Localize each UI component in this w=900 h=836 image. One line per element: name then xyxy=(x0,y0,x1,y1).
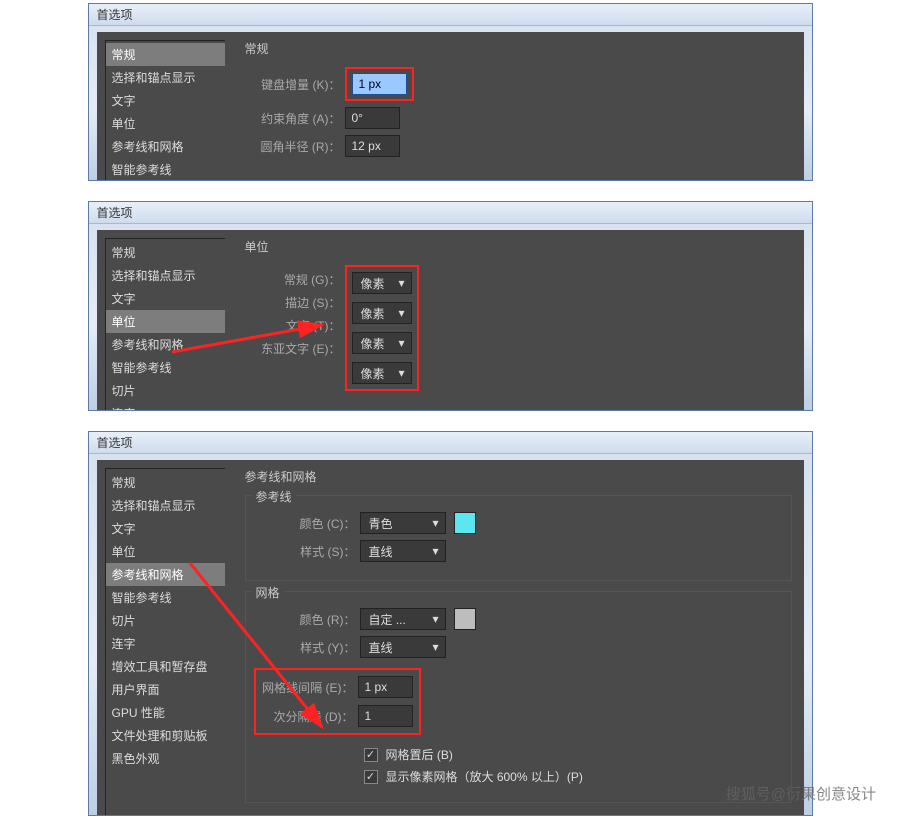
sidebar-item[interactable]: 常规 xyxy=(106,471,225,494)
keyboard-increment-input[interactable] xyxy=(352,73,407,95)
sidebar-item[interactable]: 参考线和网格 xyxy=(106,563,225,586)
sidebar-item[interactable]: 文字 xyxy=(106,517,225,540)
units-type-select[interactable]: 像素▾ xyxy=(352,332,412,354)
sidebar-item[interactable]: 单位 xyxy=(106,540,225,563)
guides-color-swatch[interactable] xyxy=(454,512,476,534)
sidebar-item[interactable]: 智能参考线 xyxy=(106,586,225,609)
sidebar-item[interactable]: 常规 xyxy=(106,241,225,264)
sidebar-item[interactable]: 单位 xyxy=(106,112,225,135)
guides-color-label: 颜色 (C)： xyxy=(260,515,360,532)
chevron-down-icon: ▾ xyxy=(432,612,438,626)
section-heading: 常规 xyxy=(245,40,792,57)
gridline-every-input[interactable] xyxy=(358,676,413,698)
sidebar: 常规选择和锚点显示文字单位参考线和网格智能参考线切片连字 xyxy=(105,238,225,411)
grid-color-select[interactable]: 自定 ...▾ xyxy=(360,608,446,630)
sidebar-item[interactable]: 连字 xyxy=(106,632,225,655)
sidebar-item[interactable]: GPU 性能 xyxy=(106,701,225,724)
grid-color-swatch[interactable] xyxy=(454,608,476,630)
corner-radius-input[interactable] xyxy=(345,135,400,157)
units-general-select[interactable]: 像素▾ xyxy=(352,272,412,294)
sidebar-item[interactable]: 文字 xyxy=(106,89,225,112)
checkmark-icon: ✓ xyxy=(364,770,378,784)
grid-style-label: 样式 (Y)： xyxy=(260,639,360,656)
window-title: 首选项 xyxy=(89,432,812,454)
chevron-down-icon: ▾ xyxy=(398,276,404,290)
keyboard-increment-label: 键盘增量 (K)： xyxy=(245,76,345,93)
sidebar-item[interactable]: 切片 xyxy=(106,609,225,632)
window-title: 首选项 xyxy=(89,202,812,224)
units-stroke-label: 描边 (S)： xyxy=(245,294,345,311)
sidebar-item[interactable]: 连字 xyxy=(106,402,225,411)
show-pixel-grid-checkbox[interactable]: ✓显示像素网格（放大 600% 以上）(P) xyxy=(364,768,777,785)
guides-color-select[interactable]: 青色▾ xyxy=(360,512,446,534)
sidebar-item[interactable]: 黑色外观 xyxy=(106,747,225,770)
constrain-angle-input[interactable] xyxy=(345,107,400,129)
section-heading: 参考线和网格 xyxy=(245,468,792,485)
sidebar-item[interactable]: 文件处理和剪贴板 xyxy=(106,724,225,747)
sidebar: 常规选择和锚点显示文字单位参考线和网格智能参考线 xyxy=(105,40,225,181)
grid-style-select[interactable]: 直线▾ xyxy=(360,636,446,658)
preferences-panel-units: 首选项 常规选择和锚点显示文字单位参考线和网格智能参考线切片连字 单位 常规 (… xyxy=(88,201,813,411)
chevron-down-icon: ▾ xyxy=(398,336,404,350)
chevron-down-icon: ▾ xyxy=(432,640,438,654)
guides-legend: 参考线 xyxy=(252,488,296,505)
sidebar-item[interactable]: 切片 xyxy=(106,379,225,402)
watermark: 搜狐号@衍果创意设计 xyxy=(726,783,876,804)
corner-radius-label: 圆角半径 (R)： xyxy=(245,138,345,155)
guides-style-select[interactable]: 直线▾ xyxy=(360,540,446,562)
sidebar-item[interactable]: 智能参考线 xyxy=(106,356,225,379)
sidebar-item[interactable]: 参考线和网格 xyxy=(106,333,225,356)
sidebar: 常规选择和锚点显示文字单位参考线和网格智能参考线切片连字增效工具和暂存盘用户界面… xyxy=(105,468,225,816)
units-asian-select[interactable]: 像素▾ xyxy=(352,362,412,384)
units-stroke-select[interactable]: 像素▾ xyxy=(352,302,412,324)
grid-color-label: 颜色 (R)： xyxy=(260,611,360,628)
chevron-down-icon: ▾ xyxy=(432,544,438,558)
sidebar-item[interactable]: 选择和锚点显示 xyxy=(106,494,225,517)
subdivisions-label: 次分隔线 (D)： xyxy=(258,708,358,725)
guides-style-label: 样式 (S)： xyxy=(260,543,360,560)
subdivisions-input[interactable] xyxy=(358,705,413,727)
grid-fieldset: 网格 颜色 (R)： 自定 ...▾ 样式 (Y)： 直线▾ 网格线间隔 (E)… xyxy=(245,591,792,803)
preferences-panel-general: 首选项 常规选择和锚点显示文字单位参考线和网格智能参考线 常规 键盘增量 (K)… xyxy=(88,3,813,181)
checkmark-icon: ✓ xyxy=(364,748,378,762)
units-asian-label: 东亚文字 (E)： xyxy=(245,340,345,357)
gridline-every-label: 网格线间隔 (E)： xyxy=(258,679,358,696)
sidebar-item[interactable]: 单位 xyxy=(106,310,225,333)
chevron-down-icon: ▾ xyxy=(398,306,404,320)
sidebar-item[interactable]: 选择和锚点显示 xyxy=(106,264,225,287)
constrain-angle-label: 约束角度 (A)： xyxy=(245,110,345,127)
units-type-label: 文字 (T)： xyxy=(245,317,345,334)
sidebar-item[interactable]: 选择和锚点显示 xyxy=(106,66,225,89)
sidebar-item[interactable]: 常规 xyxy=(106,43,225,66)
sidebar-item[interactable]: 文字 xyxy=(106,287,225,310)
window-title: 首选项 xyxy=(89,4,812,26)
sidebar-item[interactable]: 智能参考线 xyxy=(106,158,225,181)
grids-in-back-checkbox[interactable]: ✓网格置后 (B) xyxy=(364,746,777,763)
units-general-label: 常规 (G)： xyxy=(245,271,345,288)
guides-fieldset: 参考线 颜色 (C)： 青色▾ 样式 (S)： 直线▾ xyxy=(245,495,792,581)
sidebar-item[interactable]: 用户界面 xyxy=(106,678,225,701)
section-heading: 单位 xyxy=(245,238,792,255)
preferences-panel-guides-grid: 首选项 常规选择和锚点显示文字单位参考线和网格智能参考线切片连字增效工具和暂存盘… xyxy=(88,431,813,816)
chevron-down-icon: ▾ xyxy=(432,516,438,530)
sidebar-item[interactable]: 增效工具和暂存盘 xyxy=(106,655,225,678)
chevron-down-icon: ▾ xyxy=(398,366,404,380)
grid-legend: 网格 xyxy=(252,584,284,601)
sidebar-item[interactable]: 参考线和网格 xyxy=(106,135,225,158)
